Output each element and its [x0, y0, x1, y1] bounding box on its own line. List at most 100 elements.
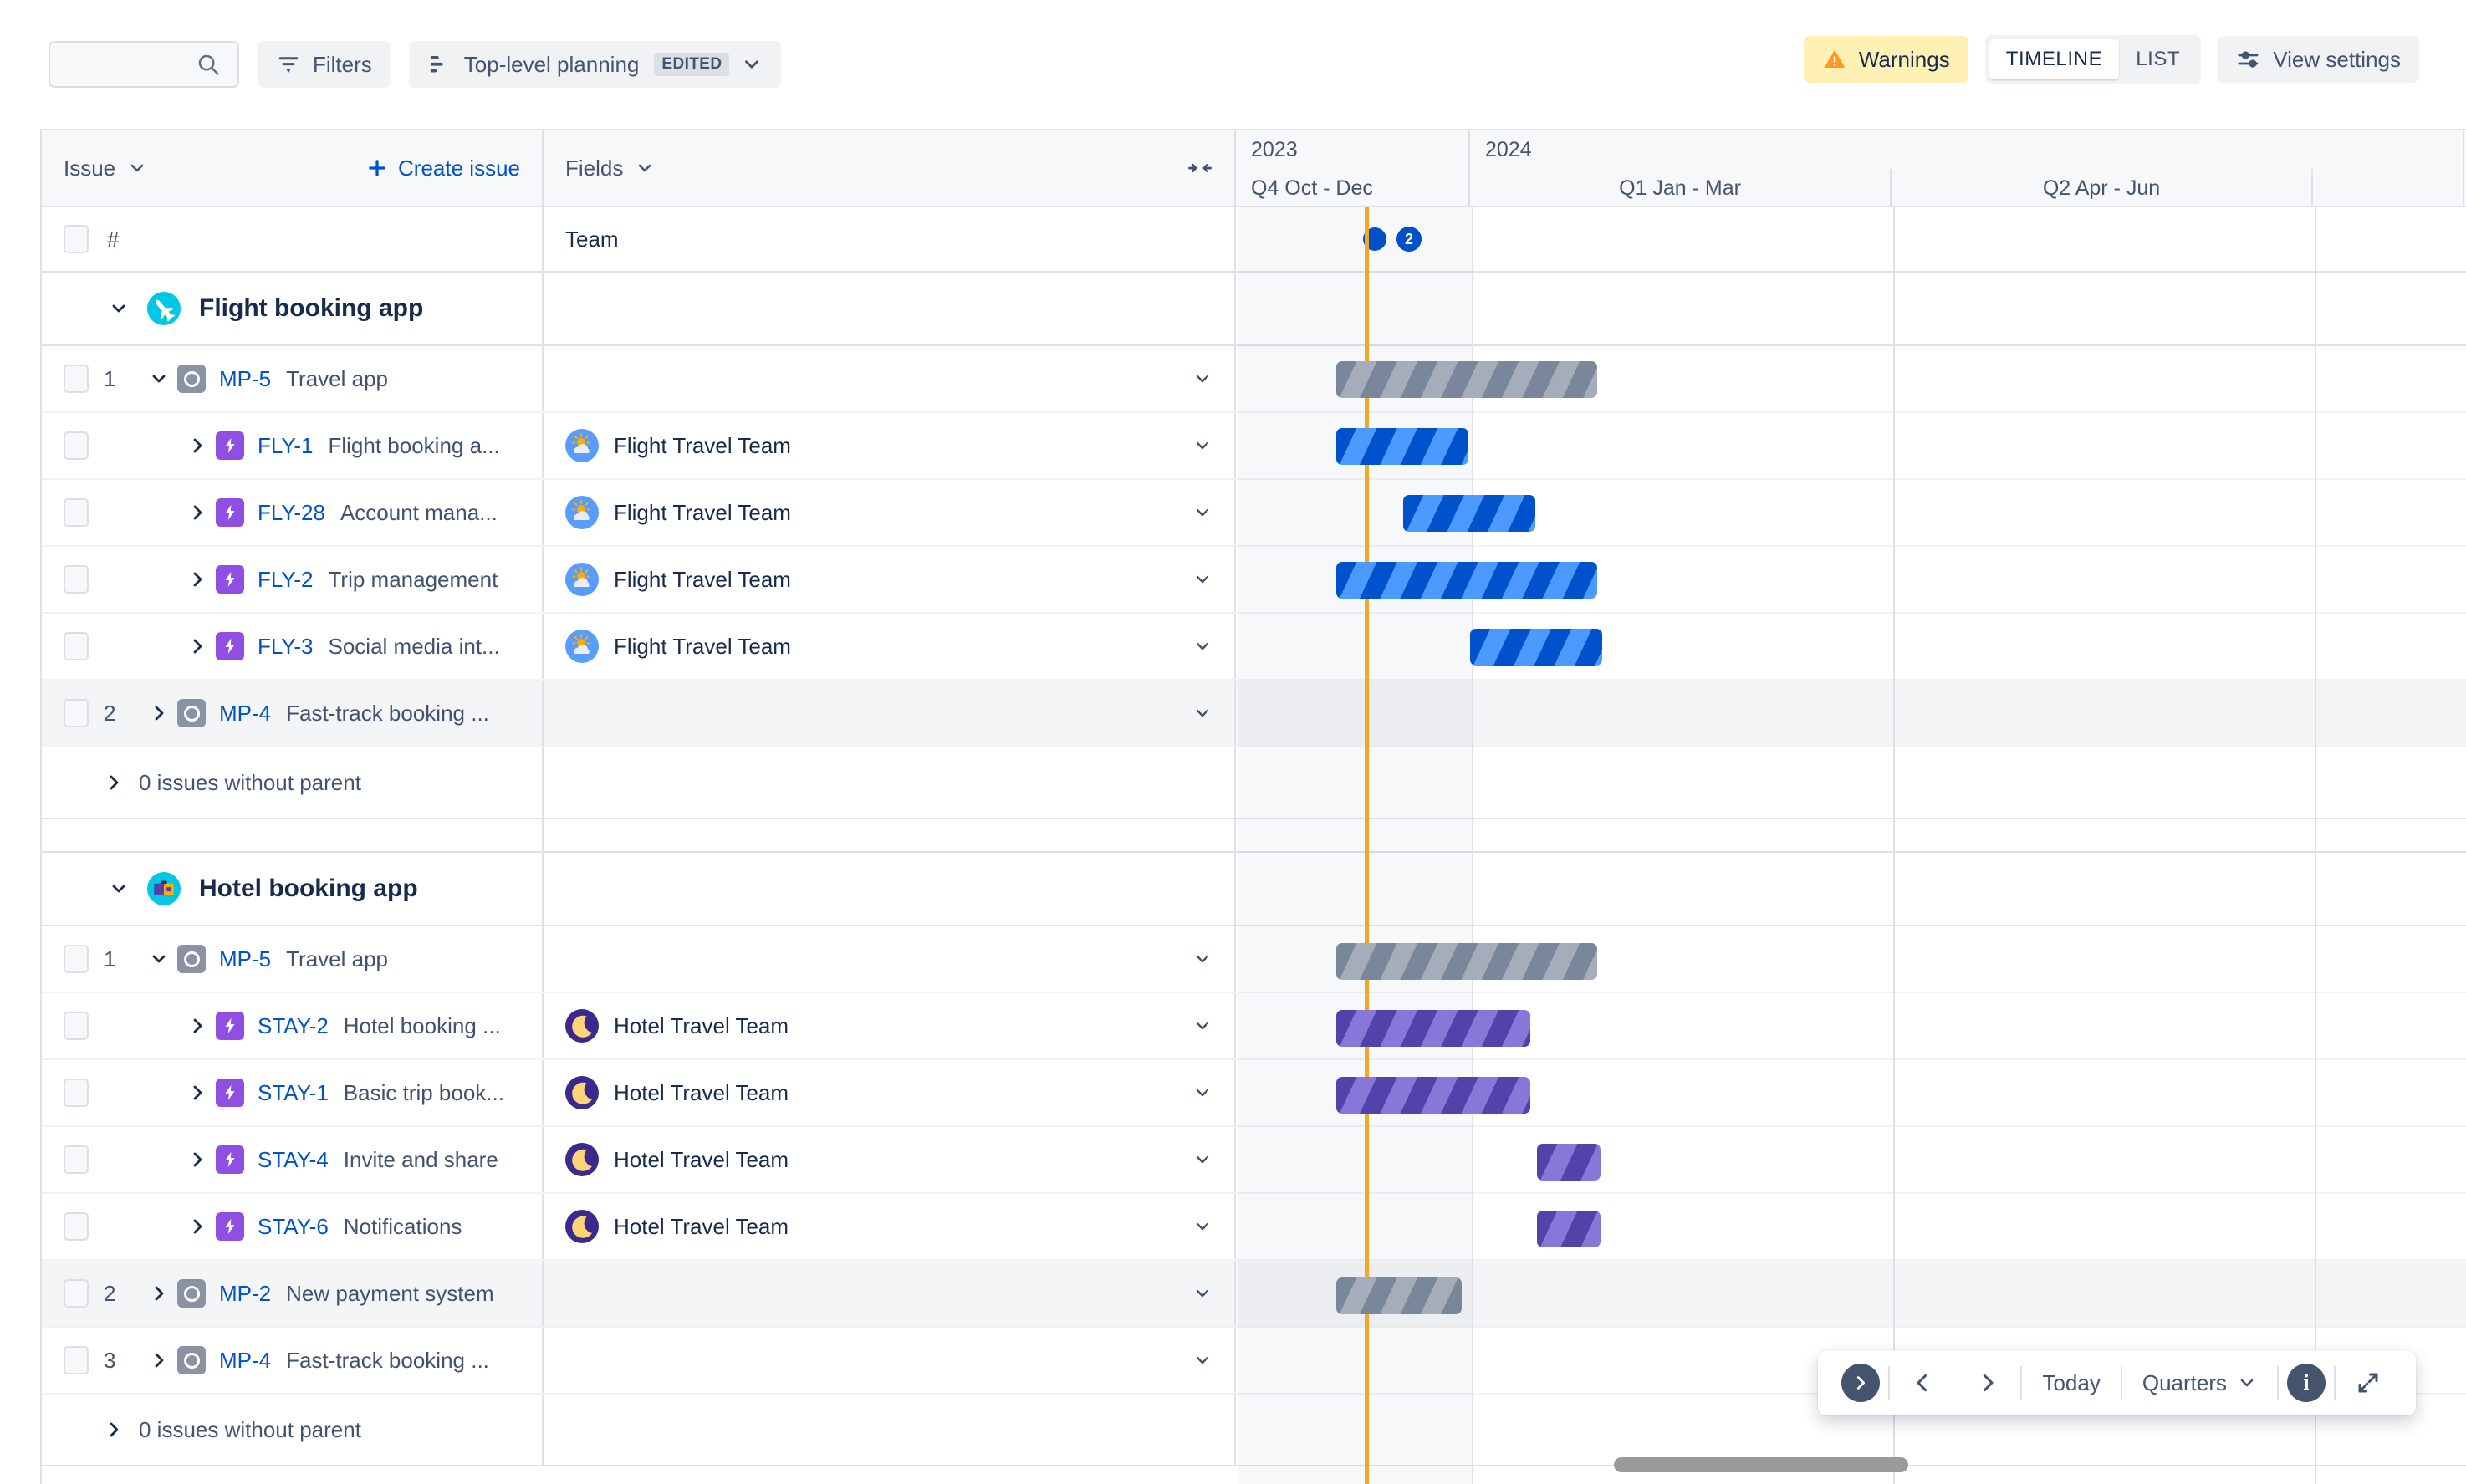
- row-checkbox[interactable]: [64, 498, 89, 527]
- chevron-down-icon[interactable]: [1192, 1083, 1213, 1103]
- row-checkbox[interactable]: [64, 632, 89, 660]
- chevron-down-icon[interactable]: [1192, 1350, 1213, 1370]
- issue-key-link[interactable]: FLY-3: [258, 634, 314, 660]
- search-input[interactable]: [0, 43, 196, 86]
- issue-key-link[interactable]: STAY-4: [258, 1147, 329, 1173]
- chevron-right-icon[interactable]: [140, 1283, 177, 1303]
- row-checkbox[interactable]: [64, 945, 89, 973]
- row-timeline-cell[interactable]: [1236, 1127, 2466, 1192]
- row-timeline-cell[interactable]: [1236, 681, 2466, 746]
- tab-list[interactable]: LIST: [2119, 39, 2197, 79]
- table-row[interactable]: FLY-28 Account mana... Flight Travel Team: [42, 480, 2466, 547]
- issue-key-link[interactable]: MP-4: [219, 701, 271, 727]
- chevron-right-icon[interactable]: [104, 1420, 124, 1440]
- chevron-down-icon[interactable]: [140, 369, 177, 389]
- chevron-right-icon[interactable]: [179, 502, 216, 523]
- select-all-checkbox[interactable]: [64, 225, 89, 253]
- issue-key-link[interactable]: FLY-28: [258, 500, 325, 526]
- chevron-down-icon[interactable]: [1192, 703, 1213, 723]
- chevron-down-icon[interactable]: [1192, 1150, 1213, 1170]
- issue-key-link[interactable]: MP-4: [219, 1348, 271, 1374]
- row-checkbox[interactable]: [64, 1346, 89, 1374]
- table-row[interactable]: STAY-1 Basic trip book... Hotel Travel Tea…: [42, 1060, 2466, 1127]
- chevron-right-icon[interactable]: [179, 1216, 216, 1237]
- row-timeline-cell[interactable]: [1236, 614, 2466, 679]
- table-row[interactable]: STAY-4 Invite and share Hotel Travel Team: [42, 1127, 2466, 1194]
- row-timeline-cell[interactable]: [1236, 1060, 2466, 1125]
- chevron-down-icon[interactable]: [1192, 436, 1213, 456]
- table-row[interactable]: FLY-2 Trip management Flight Travel Team: [42, 547, 2466, 614]
- previous-period-button[interactable]: [1890, 1350, 1955, 1415]
- view-selector-button[interactable]: Top-level planning EDITED: [408, 41, 782, 88]
- issue-key-link[interactable]: STAY-1: [258, 1080, 329, 1106]
- chevron-right-icon[interactable]: [179, 1150, 216, 1170]
- warnings-button[interactable]: Warnings: [1803, 36, 1968, 83]
- next-period-button[interactable]: [1955, 1350, 2020, 1415]
- row-checkbox[interactable]: [64, 699, 89, 727]
- chevron-right-icon[interactable]: [179, 436, 216, 456]
- row-timeline-cell[interactable]: [1236, 926, 2466, 992]
- row-timeline-cell[interactable]: [1236, 346, 2466, 411]
- row-checkbox[interactable]: [64, 1279, 89, 1308]
- row-timeline-cell[interactable]: [1236, 1261, 2466, 1326]
- issue-key-link[interactable]: MP-5: [219, 946, 271, 972]
- chevron-down-icon[interactable]: [1192, 1216, 1213, 1237]
- issue-key-link[interactable]: STAY-6: [258, 1214, 329, 1240]
- sidebar-toggle-button[interactable]: [1841, 1364, 1881, 1402]
- timeline-milestone-dot[interactable]: [1363, 227, 1386, 251]
- row-checkbox[interactable]: [64, 1012, 89, 1040]
- info-button[interactable]: i: [2287, 1364, 2326, 1402]
- chevron-down-icon[interactable]: [1192, 502, 1213, 523]
- table-row[interactable]: FLY-1 Flight booking a... Flight Travel Te…: [42, 413, 2466, 480]
- table-row[interactable]: 2 MP-2 New payment system: [42, 1261, 2466, 1328]
- issues-without-parent-row[interactable]: 0 issues without parent: [42, 747, 2466, 819]
- row-checkbox[interactable]: [64, 1145, 89, 1174]
- issue-key-link[interactable]: MP-5: [219, 366, 271, 392]
- tab-timeline[interactable]: TIMELINE: [1989, 39, 2120, 79]
- collapse-horizontal-icon[interactable]: [1187, 156, 1213, 181]
- chevron-right-icon[interactable]: [104, 773, 124, 793]
- today-button[interactable]: Today: [2022, 1350, 2120, 1415]
- row-checkbox[interactable]: [64, 365, 89, 393]
- row-checkbox[interactable]: [64, 565, 89, 594]
- filters-button[interactable]: Filters: [258, 41, 391, 88]
- chevron-right-icon[interactable]: [140, 703, 177, 723]
- row-checkbox[interactable]: [64, 1079, 89, 1107]
- row-timeline-cell[interactable]: [1236, 413, 2466, 478]
- chevron-down-icon[interactable]: [140, 949, 177, 969]
- view-settings-button[interactable]: View settings: [2218, 36, 2419, 83]
- chevron-down-icon[interactable]: [1192, 636, 1213, 656]
- row-timeline-cell[interactable]: [1236, 1194, 2466, 1259]
- chevron-down-icon[interactable]: [1192, 569, 1213, 589]
- zoom-level-selector[interactable]: Quarters: [2122, 1350, 2277, 1415]
- chevron-right-icon[interactable]: [179, 1083, 216, 1103]
- row-timeline-cell[interactable]: [1236, 480, 2466, 545]
- table-row[interactable]: 1 MP-5 Travel app: [42, 346, 2466, 413]
- chevron-right-icon[interactable]: [179, 1016, 216, 1036]
- search-box[interactable]: [0, 41, 239, 88]
- timeline-milestone-group-badge[interactable]: 2: [1396, 227, 1422, 252]
- chevron-down-icon[interactable]: [109, 298, 129, 319]
- fullscreen-button[interactable]: [2336, 1350, 2401, 1415]
- table-row[interactable]: STAY-6 Notifications Hotel Travel Team: [42, 1194, 2466, 1261]
- table-row[interactable]: FLY-3 Social media int... Flight Travel Te…: [42, 614, 2466, 681]
- row-timeline-cell[interactable]: [1236, 547, 2466, 612]
- chevron-down-icon[interactable]: [1192, 369, 1213, 389]
- chevron-right-icon[interactable]: [179, 636, 216, 656]
- issue-key-link[interactable]: FLY-1: [258, 433, 314, 459]
- chevron-down-icon[interactable]: [1192, 949, 1213, 969]
- issue-column-title[interactable]: Issue: [64, 156, 147, 181]
- fields-column-title[interactable]: Fields: [565, 156, 655, 181]
- table-row[interactable]: 2 MP-4 Fast-track booking ...: [42, 681, 2466, 747]
- chevron-right-icon[interactable]: [140, 1350, 177, 1370]
- table-row[interactable]: STAY-2 Hotel booking ... Hotel Travel Team: [42, 993, 2466, 1060]
- issue-key-link[interactable]: MP-2: [219, 1281, 271, 1307]
- table-row[interactable]: 1 MP-5 Travel app: [42, 926, 2466, 993]
- row-timeline-cell[interactable]: [1236, 993, 2466, 1058]
- chevron-right-icon[interactable]: [179, 569, 216, 589]
- horizontal-scrollbar[interactable]: [1614, 1457, 1908, 1472]
- chevron-down-icon[interactable]: [1192, 1016, 1213, 1036]
- create-issue-button[interactable]: Create issue: [366, 156, 520, 181]
- issue-key-link[interactable]: STAY-2: [258, 1013, 329, 1039]
- row-checkbox[interactable]: [64, 431, 89, 460]
